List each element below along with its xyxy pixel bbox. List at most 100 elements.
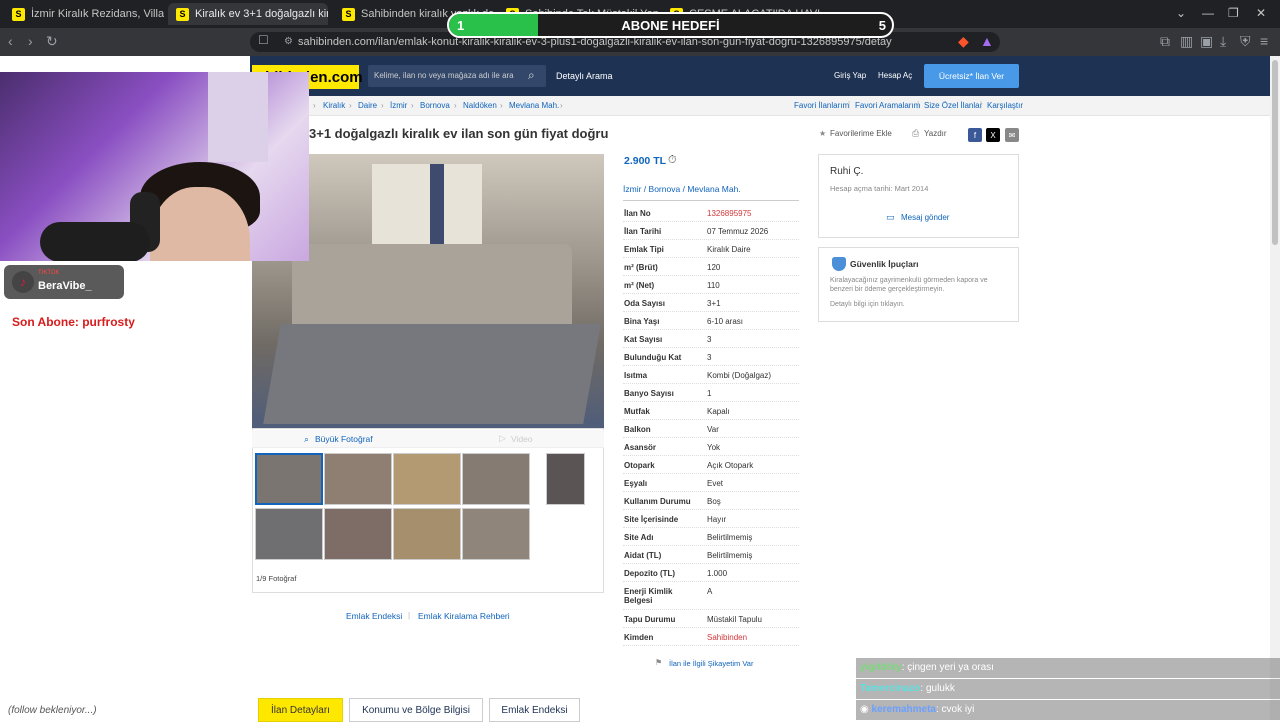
brave-rewards-icon[interactable]: ▲ <box>980 33 994 49</box>
badge-icon: ◉ <box>860 704 872 715</box>
register-link[interactable]: Hesap Aç <box>878 71 912 80</box>
video-link[interactable]: Video <box>511 434 533 444</box>
shelf <box>208 72 268 162</box>
photo-thumbnail[interactable] <box>324 508 392 560</box>
downloads-icon[interactable]: ⤓ <box>1220 33 1226 50</box>
detail-label: Bina Yaşı <box>624 317 660 326</box>
seller-name[interactable]: Ruhi Ç. <box>830 166 863 177</box>
sahibinden-favicon: S <box>342 7 355 21</box>
safety-tips-text: Kiralayacağınız gayrimenkulü görmeden ka… <box>830 277 988 293</box>
search-icon[interactable]: ⌕ <box>528 68 535 83</box>
price-history-icon[interactable]: ⏱ <box>668 154 677 167</box>
site-info-icon[interactable]: ⚙ <box>284 36 293 47</box>
photo-thumbnail[interactable] <box>324 453 392 505</box>
location-district[interactable]: Bornova <box>649 184 681 194</box>
favorite-searches-link[interactable]: Favori Aramalarım <box>855 101 920 110</box>
location-neighborhood[interactable]: Mevlana Mah. <box>687 184 740 194</box>
detail-row: İlan No 1326895975 <box>623 204 799 222</box>
tab-emlak-endeksi[interactable]: Emlak Endeksi <box>489 698 580 722</box>
search-input[interactable]: Kelime, ilan no veya mağaza adı ile ara <box>368 65 546 87</box>
detail-row: Enerji Kimlik Belgesi A <box>623 582 799 610</box>
detail-label: Asansör <box>624 443 657 452</box>
send-message-link[interactable]: Mesaj gönder <box>901 213 949 222</box>
photo-thumbnail[interactable] <box>462 453 530 505</box>
browser-tab[interactable]: S İzmir Kiralık Rezidans, Villa, Müstaki… <box>4 3 164 25</box>
emlak-endeksi-link[interactable]: Emlak Endeksi <box>346 611 402 621</box>
reload-icon[interactable]: ↻ <box>46 33 58 50</box>
big-photo-link[interactable]: Büyük Fotoğraf <box>315 434 373 444</box>
detail-value[interactable]: 1326895975 <box>707 209 752 218</box>
breadcrumb-item[interactable]: Daire <box>358 101 377 110</box>
tab-listing-details[interactable]: İlan Detayları <box>258 698 343 722</box>
browser-tab-active[interactable]: S Kiralık ev 3+1 doğalgazlı kiralık e ✕ <box>168 3 328 25</box>
detail-row: Kimden Sahibinden <box>623 628 799 646</box>
magnifier-icon: ⌕ <box>304 434 310 444</box>
flag-icon: ⚑ <box>655 658 663 667</box>
breadcrumb-separator: › <box>454 101 457 110</box>
listing-location: İzmir / Bornova / Mevlana Mah. <box>623 184 741 194</box>
photo-thumbnail[interactable] <box>546 453 585 505</box>
menu-icon[interactable]: ≡ <box>1260 33 1268 49</box>
complaint-link[interactable]: İlan ile İlgili Şikayetim Var <box>669 659 753 668</box>
photo-thumbnail[interactable] <box>255 508 323 560</box>
safety-more-link[interactable]: Detaylı bilgi için tıklayın. <box>830 301 905 308</box>
tiktok-badge: ♪ TIKTOK BeraVibe_ <box>4 265 124 299</box>
detail-row: Depozito (TL) 1.000 <box>623 564 799 582</box>
photo-thumbnail[interactable] <box>462 508 530 560</box>
back-icon[interactable]: ‹ <box>8 33 13 49</box>
photo-thumbnail[interactable] <box>393 508 461 560</box>
breadcrumb-item[interactable]: İzmir <box>390 101 407 110</box>
x-share-icon[interactable]: X <box>986 128 1000 142</box>
chat-username: keremahmeta <box>871 704 936 715</box>
detail-value: Var <box>707 425 719 434</box>
brave-shield-icon[interactable]: ◆ <box>958 33 969 50</box>
vpn-icon[interactable]: ⛨ <box>1240 33 1251 50</box>
sidebar-icon[interactable]: ▥ <box>1180 33 1193 50</box>
tab-label: İzmir Kiralık Rezidans, Villa, Müstakil <box>31 8 164 20</box>
scrollbar-thumb[interactable] <box>1272 60 1278 245</box>
advanced-search-link[interactable]: Detaylı Arama <box>556 71 613 81</box>
detail-row: Isıtma Kombi (Doğalgaz) <box>623 366 799 384</box>
detail-row: Otopark Açık Otopark <box>623 456 799 474</box>
detail-label: Aidat (TL) <box>624 551 662 560</box>
post-ad-button[interactable]: Ücretsiz* İlan Ver <box>924 64 1019 88</box>
detail-row: Oda Sayısı 3+1 <box>623 294 799 312</box>
photo-thumbnail[interactable] <box>393 453 461 505</box>
print-link[interactable]: Yazdır <box>924 129 947 138</box>
detail-value: 3+1 <box>707 299 721 308</box>
compare-link[interactable]: Karşılaştır <box>987 101 1023 110</box>
breadcrumb-item[interactable]: Naldöken <box>463 101 497 110</box>
special-listings-link[interactable]: Size Özel İlanlar <box>924 101 982 110</box>
minimize-icon[interactable]: — <box>1202 6 1214 20</box>
add-favorite-link[interactable]: Favorilerime Ekle <box>830 129 892 138</box>
chat-text: : cvok iyi <box>936 704 975 715</box>
tab-location-info[interactable]: Konumu ve Bölge Bilgisi <box>349 698 483 722</box>
detail-label: m² (Brüt) <box>624 263 658 272</box>
photo-thumbnail[interactable] <box>255 453 323 505</box>
breadcrumb-item[interactable]: Bornova <box>420 101 450 110</box>
tab-search-icon[interactable]: ⌄ <box>1176 6 1186 20</box>
wallet-icon[interactable]: ▣ <box>1200 33 1213 50</box>
emlak-rehberi-link[interactable]: Emlak Kiralama Rehberi <box>418 611 510 621</box>
forward-icon[interactable]: › <box>28 33 33 49</box>
microphone <box>40 222 150 261</box>
detail-row: Mutfak Kapalı <box>623 402 799 420</box>
detail-value: Müstakil Tapulu <box>707 615 762 624</box>
detail-label: Eşyalı <box>624 479 648 488</box>
extensions-icon[interactable]: ⧉ <box>1160 33 1170 50</box>
detail-label: Kullanım Durumu <box>624 497 691 506</box>
favorite-listings-link[interactable]: Favori İlanlarım <box>794 101 849 110</box>
detail-value[interactable]: Sahibinden <box>707 633 747 642</box>
email-share-icon[interactable]: ✉ <box>1005 128 1019 142</box>
breadcrumb-item[interactable]: Mevlana Mah. <box>509 101 559 110</box>
breadcrumb-item[interactable]: Kiralık <box>323 101 345 110</box>
login-link[interactable]: Giriş Yap <box>834 71 866 80</box>
location-city[interactable]: İzmir <box>623 184 641 194</box>
facebook-share-icon[interactable]: f <box>968 128 982 142</box>
maximize-icon[interactable]: ❐ <box>1228 6 1239 20</box>
bookmark-icon[interactable]: ☐ <box>258 33 269 47</box>
divider: | <box>848 100 851 109</box>
detail-row: m² (Net) 110 <box>623 276 799 294</box>
close-window-icon[interactable]: ✕ <box>1256 6 1266 20</box>
detail-value: Kombi (Doğalgaz) <box>707 371 772 380</box>
